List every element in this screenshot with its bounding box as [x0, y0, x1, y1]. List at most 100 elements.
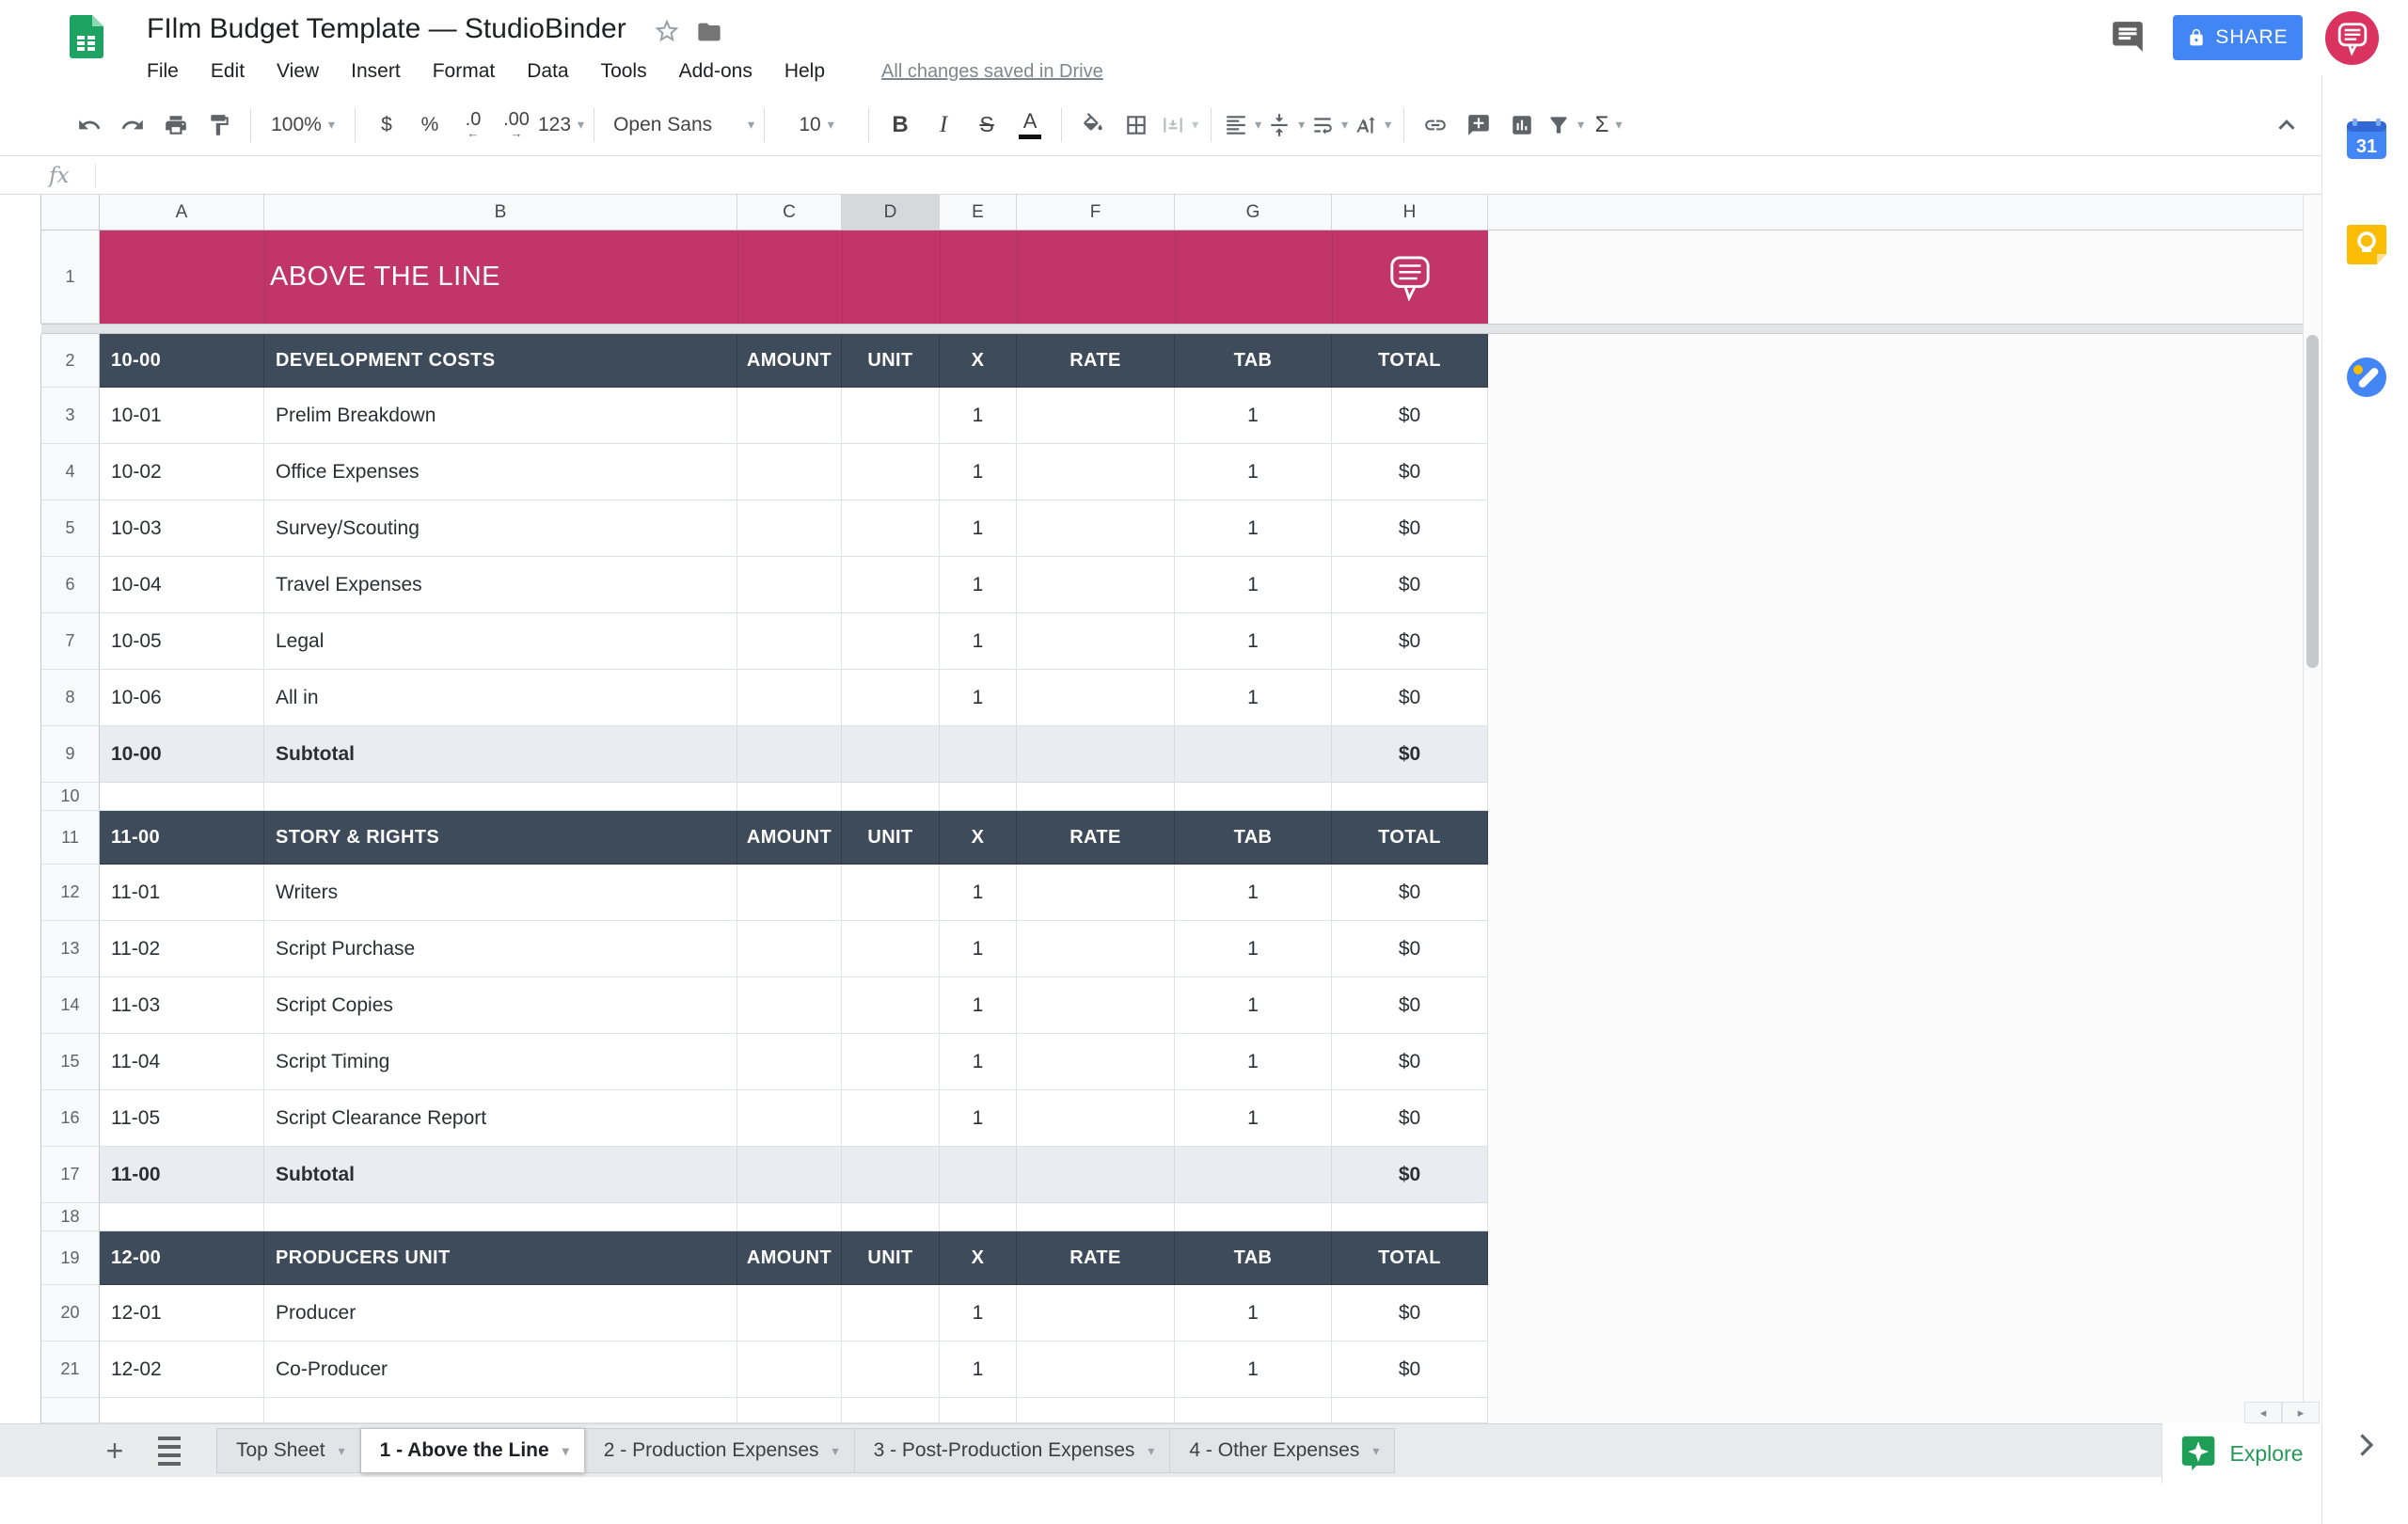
cell-H[interactable]: $0: [1332, 670, 1488, 726]
horizontal-align-dropdown[interactable]: ▾: [1221, 103, 1264, 147]
cell-H[interactable]: $0: [1332, 1034, 1488, 1090]
cell-G[interactable]: 1: [1175, 388, 1332, 444]
row-header-18[interactable]: 18: [41, 1203, 100, 1231]
cell-F[interactable]: RATE: [1017, 334, 1175, 388]
zoom-dropdown[interactable]: 100%▾: [261, 103, 345, 147]
cell-E[interactable]: 1: [940, 1090, 1017, 1147]
insert-link-button[interactable]: [1414, 103, 1457, 147]
cell-G[interactable]: 1: [1175, 1034, 1332, 1090]
cell-H[interactable]: $0: [1332, 388, 1488, 444]
cell-C[interactable]: AMOUNT: [737, 811, 842, 865]
cell-A[interactable]: 11-01: [100, 865, 264, 921]
chevron-down-icon[interactable]: ▾: [1148, 1443, 1154, 1459]
cell-F[interactable]: [1017, 1398, 1175, 1423]
cell-C[interactable]: [737, 977, 842, 1034]
cell-F[interactable]: [1017, 783, 1175, 811]
print-button[interactable]: [154, 103, 198, 147]
row-header-10[interactable]: 10: [41, 783, 100, 811]
star-icon[interactable]: [653, 17, 681, 45]
cell-H[interactable]: TOTAL: [1332, 334, 1488, 388]
cell-G[interactable]: TAB: [1175, 334, 1332, 388]
cell-H[interactable]: $0: [1332, 977, 1488, 1034]
cell-E[interactable]: 1: [940, 1034, 1017, 1090]
cell-E[interactable]: [940, 1398, 1017, 1423]
cell-C[interactable]: [737, 1090, 842, 1147]
cell-F[interactable]: [1017, 1203, 1175, 1231]
chevron-down-icon[interactable]: ▾: [1372, 1443, 1379, 1459]
row-header-5[interactable]: 5: [41, 500, 100, 557]
cell-A[interactable]: 12-00: [100, 1231, 264, 1285]
cell-E[interactable]: [940, 1203, 1017, 1231]
cell-G[interactable]: 1: [1175, 921, 1332, 977]
cell-F[interactable]: [1017, 557, 1175, 613]
column-header-D[interactable]: D: [842, 195, 940, 230]
cell-E[interactable]: 1: [940, 613, 1017, 670]
side-panel-collapse-button[interactable]: [2349, 1428, 2383, 1462]
comment-history-icon[interactable]: [2110, 19, 2146, 55]
cell-B[interactable]: [264, 1398, 737, 1423]
cell-B[interactable]: Office Expenses: [264, 444, 737, 500]
cell-E[interactable]: 1: [940, 444, 1017, 500]
menu-insert[interactable]: Insert: [351, 55, 416, 88]
cell-H[interactable]: [1332, 1398, 1488, 1423]
cell-A[interactable]: 10-04: [100, 557, 264, 613]
cell-F[interactable]: [1017, 1341, 1175, 1398]
cell-C[interactable]: [737, 726, 842, 783]
cell-A[interactable]: [100, 1203, 264, 1231]
cell-E[interactable]: 1: [940, 670, 1017, 726]
row-header-13[interactable]: 13: [41, 921, 100, 977]
cell-B[interactable]: Producer: [264, 1285, 737, 1341]
cell-C[interactable]: [737, 921, 842, 977]
cell-D[interactable]: [842, 865, 940, 921]
cell-E[interactable]: [940, 726, 1017, 783]
cell-C[interactable]: [737, 613, 842, 670]
cell-C[interactable]: AMOUNT: [737, 1231, 842, 1285]
cell-F[interactable]: [1017, 921, 1175, 977]
cell-G[interactable]: [1175, 1147, 1332, 1203]
cell-E[interactable]: [940, 1147, 1017, 1203]
undo-button[interactable]: [68, 103, 111, 147]
cell-F[interactable]: [1017, 444, 1175, 500]
cell-H[interactable]: $0: [1332, 500, 1488, 557]
row-header-17[interactable]: 17: [41, 1147, 100, 1203]
vertical-scrollbar[interactable]: [2303, 195, 2321, 1423]
all-sheets-button[interactable]: [149, 1430, 190, 1471]
formula-input[interactable]: [96, 157, 2408, 194]
insert-comment-button[interactable]: [1457, 103, 1500, 147]
cell-H[interactable]: $0: [1332, 444, 1488, 500]
cell-D[interactable]: [842, 388, 940, 444]
cell-H[interactable]: $0: [1332, 1147, 1488, 1203]
bold-button[interactable]: B: [879, 103, 922, 147]
column-header-B[interactable]: B: [264, 195, 737, 230]
row-header-20[interactable]: 20: [41, 1285, 100, 1341]
cell-F[interactable]: [1017, 388, 1175, 444]
row-header-15[interactable]: 15: [41, 1034, 100, 1090]
cell-A[interactable]: 10-02: [100, 444, 264, 500]
cell-C[interactable]: [737, 670, 842, 726]
font-size-dropdown[interactable]: 10▾: [774, 103, 859, 147]
cell-A[interactable]: 10-05: [100, 613, 264, 670]
cell-G[interactable]: 1: [1175, 977, 1332, 1034]
cell-B[interactable]: Script Timing: [264, 1034, 737, 1090]
cell-E[interactable]: 1: [940, 1285, 1017, 1341]
scroll-right-button[interactable]: ▸: [2282, 1402, 2320, 1423]
cell-H[interactable]: [1332, 1203, 1488, 1231]
cell-E[interactable]: 1: [940, 500, 1017, 557]
cell-F[interactable]: [1017, 865, 1175, 921]
cell-G[interactable]: 1: [1175, 444, 1332, 500]
select-all-corner[interactable]: [41, 195, 100, 230]
cell-B[interactable]: Survey/Scouting: [264, 500, 737, 557]
sheet-tab-3-post-production-expenses[interactable]: 3 - Post-Production Expenses▾: [855, 1428, 1171, 1473]
menu-data[interactable]: Data: [527, 55, 583, 88]
cell-D[interactable]: [842, 444, 940, 500]
cell-H[interactable]: $0: [1332, 1341, 1488, 1398]
cell-F[interactable]: [1017, 977, 1175, 1034]
cell-D[interactable]: UNIT: [842, 1231, 940, 1285]
cell-C[interactable]: [737, 500, 842, 557]
increase-decimals-button[interactable]: .00→: [495, 103, 538, 147]
cell-B[interactable]: Script Copies: [264, 977, 737, 1034]
vertical-align-dropdown[interactable]: ▾: [1264, 103, 1307, 147]
cell-F[interactable]: [1017, 726, 1175, 783]
sheet-tab-4-other-expenses[interactable]: 4 - Other Expenses▾: [1170, 1428, 1395, 1473]
cell-H[interactable]: $0: [1332, 921, 1488, 977]
